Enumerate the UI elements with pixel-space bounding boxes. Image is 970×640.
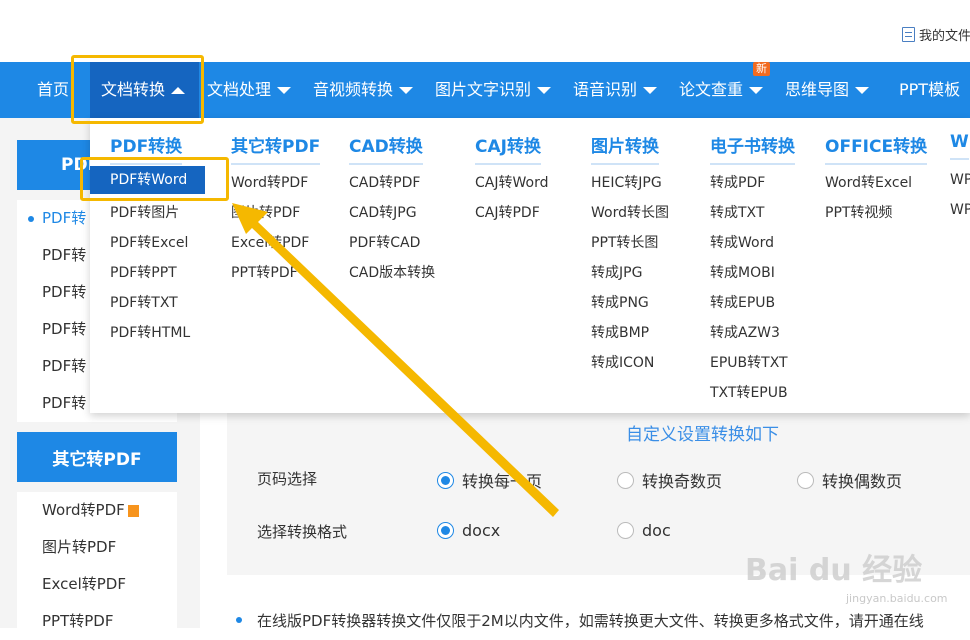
baidu-watermark: Bai du 经验: [745, 553, 923, 588]
radio-label: 转换奇数页: [642, 472, 723, 491]
dd-item[interactable]: HEIC转JPG: [591, 172, 662, 192]
caret-down-icon: [399, 86, 414, 94]
radio-docx[interactable]: docx: [437, 521, 500, 540]
nav-plagiarism-label: 论文查重: [679, 80, 744, 99]
sidebar-head-other-to-pdf: 其它转PDF: [17, 432, 177, 482]
dd-item[interactable]: CAD转JPG: [349, 202, 417, 222]
top-bar: 我的文件: [0, 0, 970, 62]
radio-label: docx: [462, 521, 501, 540]
dd-item[interactable]: 转成ICON: [591, 352, 654, 372]
dd-item[interactable]: Excel转PDF: [231, 232, 309, 252]
dd-item[interactable]: 转成JPG: [591, 262, 642, 282]
nav-home-label: 首页: [37, 80, 70, 99]
dd-item[interactable]: PDF转CAD: [349, 232, 420, 252]
dd-item[interactable]: PDF转PPT: [110, 262, 177, 282]
radio-dot: [437, 471, 454, 489]
dd-item[interactable]: PPT转视频: [825, 202, 892, 222]
dd-head-caj: CAJ转换: [475, 132, 541, 165]
new-badge: 新: [753, 62, 770, 76]
caret-down-icon: [749, 86, 764, 94]
dd-item[interactable]: 转成PDF: [710, 172, 765, 192]
radio-even-pages[interactable]: 转换偶数页: [797, 468, 902, 492]
dd-item[interactable]: 图片转PDF: [231, 202, 300, 222]
caret-down-icon: [643, 86, 658, 94]
dd-item[interactable]: Word转Excel: [825, 172, 912, 192]
custom-settings-title: 自定义设置转换如下: [626, 425, 779, 445]
dd-item[interactable]: Word转PDF: [231, 172, 308, 192]
dd-item[interactable]: WP: [950, 172, 970, 188]
nav-plagiarism[interactable]: 论文查重: [679, 62, 764, 118]
caret-down-icon: [277, 86, 292, 94]
sidebar-item-label: Word转PDF: [42, 501, 125, 519]
dd-item[interactable]: 转成EPUB: [710, 292, 775, 312]
caret-down-icon: [855, 86, 870, 94]
radio-label: doc: [642, 521, 671, 540]
highlight-box-nav: [71, 55, 204, 124]
caret-down-icon: [537, 86, 552, 94]
bullet-icon: [236, 617, 242, 623]
dd-item[interactable]: 转成TXT: [710, 202, 764, 222]
my-files-label: 我的文件: [919, 29, 970, 44]
dd-head-cad: CAD转换: [349, 132, 423, 165]
dd-item[interactable]: TXT转EPUB: [710, 382, 788, 402]
nav-speech-label: 语音识别: [573, 80, 638, 99]
dd-item[interactable]: EPUB转TXT: [710, 352, 788, 372]
dd-item[interactable]: WP: [950, 202, 970, 218]
radio-dot: [797, 471, 814, 489]
sidebar-item-word-to-pdf[interactable]: Word转PDF: [17, 492, 177, 529]
page-select-label: 页码选择: [257, 470, 318, 488]
dd-item[interactable]: PPT转PDF: [231, 262, 298, 282]
my-files-link[interactable]: 我的文件: [902, 25, 970, 44]
nav-ppt-template-label: PPT模板: [899, 80, 961, 99]
radio-dot: [617, 471, 634, 489]
nav-doc-process-label: 文档处理: [207, 80, 272, 99]
baidu-watermark-url: jingyan.baidu.com: [846, 592, 948, 605]
dd-item[interactable]: PPT转长图: [591, 232, 658, 252]
dd-head-w: W: [950, 132, 969, 160]
radio-every-page[interactable]: 转换每一页: [437, 468, 542, 492]
format-select-label: 选择转换格式: [257, 523, 348, 541]
dd-item[interactable]: Word转长图: [591, 202, 669, 222]
document-icon: [902, 27, 915, 42]
dd-head-ebook: 电子书转换: [710, 132, 795, 165]
dd-item[interactable]: 转成Word: [710, 232, 774, 252]
highlight-box-pdf-to-word: [80, 157, 229, 201]
sidebar-item[interactable]: PPT转PDF: [17, 603, 177, 640]
dd-head-office: OFFICE转换: [825, 132, 928, 165]
dd-item[interactable]: PDF转Excel: [110, 232, 188, 252]
dd-item[interactable]: CAD版本转换: [349, 262, 435, 282]
dd-item[interactable]: 转成PNG: [591, 292, 649, 312]
dd-item[interactable]: PDF转TXT: [110, 292, 178, 312]
dd-item[interactable]: PDF转图片: [110, 202, 179, 222]
dd-head-other-to-pdf: 其它转PDF: [231, 132, 321, 165]
hot-icon: [127, 504, 139, 517]
radio-doc[interactable]: doc: [617, 521, 671, 540]
nav-speech[interactable]: 语音识别: [573, 62, 658, 118]
nav-home[interactable]: 首页: [37, 62, 69, 118]
radio-label: 转换每一页: [462, 472, 543, 491]
sidebar-item[interactable]: Excel转PDF: [17, 566, 177, 603]
radio-odd-pages[interactable]: 转换奇数页: [617, 468, 722, 492]
dd-item[interactable]: 转成MOBI: [710, 262, 775, 282]
nav-doc-process[interactable]: 文档处理: [207, 62, 292, 118]
radio-label: 转换偶数页: [822, 472, 903, 491]
nav-av-convert-label: 音视频转换: [313, 80, 394, 99]
dd-item[interactable]: 转成BMP: [591, 322, 649, 342]
dd-item[interactable]: CAD转PDF: [349, 172, 420, 192]
dd-item[interactable]: 转成AZW3: [710, 322, 780, 342]
dd-item[interactable]: PDF转HTML: [110, 322, 190, 342]
nav-av-convert[interactable]: 音视频转换: [313, 62, 414, 118]
dd-item[interactable]: CAJ转Word: [475, 172, 548, 192]
sidebar-list-other: Word转PDF 图片转PDF Excel转PDF PPT转PDF: [17, 492, 177, 640]
sidebar-item[interactable]: 图片转PDF: [17, 529, 177, 566]
dd-head-image: 图片转换: [591, 132, 659, 165]
nav-ocr-label: 图片文字识别: [435, 80, 532, 99]
nav-mindmap[interactable]: 思维导图: [785, 62, 870, 118]
radio-dot: [617, 522, 634, 539]
nav-mindmap-label: 思维导图: [785, 80, 850, 99]
dd-item[interactable]: CAJ转PDF: [475, 202, 540, 222]
nav-ppt-template[interactable]: PPT模板: [899, 62, 960, 118]
radio-dot: [437, 522, 454, 539]
nav-ocr[interactable]: 图片文字识别: [435, 62, 552, 118]
